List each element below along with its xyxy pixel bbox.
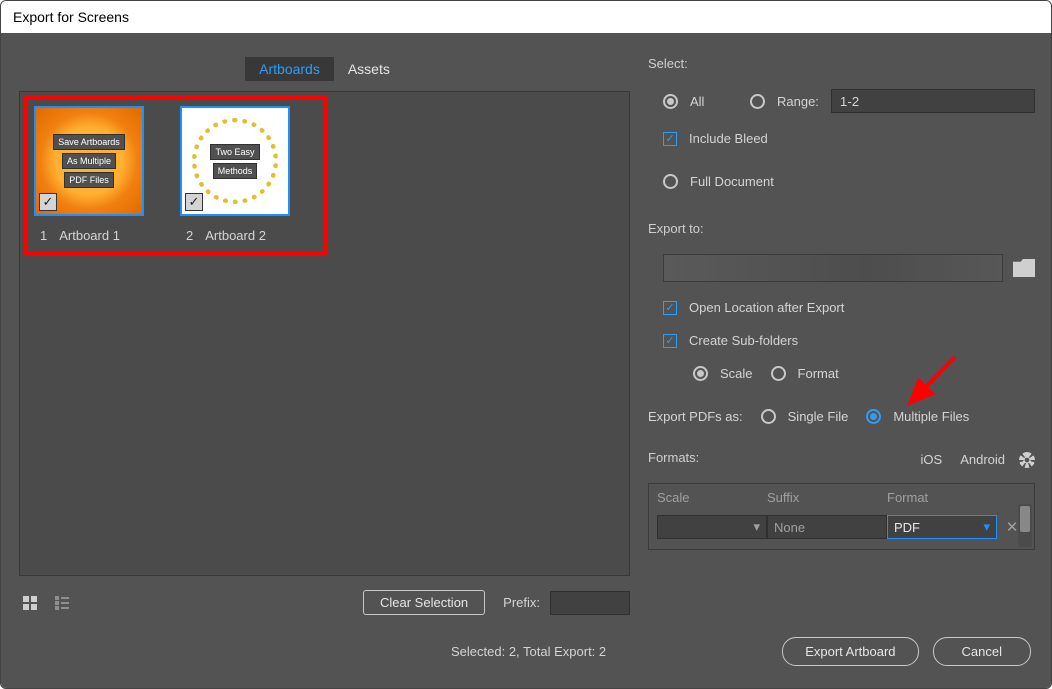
tab-artboards[interactable]: Artboards: [245, 57, 334, 81]
checkbox-include-bleed[interactable]: ✓: [663, 132, 677, 146]
formats-table: Scale Suffix Format ▾ None PDF▾ ✕: [648, 483, 1035, 550]
suffix-input[interactable]: None: [767, 515, 887, 539]
grid-view-button[interactable]: [19, 592, 41, 614]
artboard-name[interactable]: Artboard 2: [205, 228, 266, 243]
artboard-name[interactable]: Artboard 1: [59, 228, 120, 243]
thumb-text: Two Easy: [210, 144, 259, 160]
subfolder-format-label: Format: [798, 366, 839, 381]
radio-subfolder-format[interactable]: [771, 366, 786, 381]
thumb-text: Save Artboards: [53, 134, 125, 150]
open-location-label: Open Location after Export: [689, 300, 844, 315]
export-artboard-button[interactable]: Export Artboard: [782, 637, 918, 666]
dialog-title: Export for Screens: [1, 1, 1051, 33]
artboard-thumbnail[interactable]: Save Artboards As Multiple PDF Files ✓: [34, 106, 144, 216]
artboard-number: 1: [40, 228, 47, 243]
format-dropdown[interactable]: PDF▾: [887, 515, 997, 539]
preset-ios-button[interactable]: iOS: [921, 452, 943, 467]
range-input[interactable]: [831, 89, 1035, 113]
preset-android-button[interactable]: Android: [960, 452, 1005, 467]
clear-selection-button[interactable]: Clear Selection: [363, 590, 485, 615]
tabs: Artboards Assets: [1, 33, 648, 81]
artboard-item[interactable]: Save Artboards As Multiple PDF Files ✓ 1…: [34, 106, 144, 243]
grid-icon: [23, 596, 37, 610]
radio-range-label: Range:: [777, 94, 819, 109]
subfolder-scale-label: Scale: [720, 366, 753, 381]
col-suffix: Suffix: [767, 490, 887, 505]
export-path-input[interactable]: [663, 254, 1003, 282]
artboard-thumbnail[interactable]: Two Easy Methods ✓: [180, 106, 290, 216]
select-label: Select:: [648, 56, 1035, 71]
cancel-button[interactable]: Cancel: [933, 637, 1031, 666]
export-for-screens-dialog: Export for Screens Artboards Assets Save…: [0, 0, 1052, 689]
col-format: Format: [887, 490, 997, 505]
dialog-content: Artboards Assets Save Artboards As Multi…: [1, 33, 1051, 688]
radio-multiple-files[interactable]: [866, 409, 881, 424]
gear-icon[interactable]: [1019, 452, 1035, 468]
artboard-check-icon[interactable]: ✓: [185, 193, 203, 211]
annotation-arrow-icon: [900, 353, 960, 413]
full-document-label: Full Document: [690, 174, 774, 189]
radio-subfolder-scale[interactable]: [693, 366, 708, 381]
radio-full-document[interactable]: [663, 174, 678, 189]
checkbox-open-location[interactable]: ✓: [663, 301, 677, 315]
thumb-text: Methods: [213, 163, 258, 179]
prefix-input[interactable]: [550, 591, 630, 615]
thumb-text: As Multiple: [62, 153, 116, 169]
formats-label: Formats:: [648, 450, 699, 465]
artboard-number: 2: [186, 228, 193, 243]
radio-range[interactable]: [750, 94, 765, 109]
scale-dropdown[interactable]: ▾: [657, 515, 767, 539]
export-pdfs-as-label: Export PDFs as:: [648, 409, 743, 424]
artboard-preview-area: Save Artboards As Multiple PDF Files ✓ 1…: [19, 91, 630, 576]
multiple-files-label: Multiple Files: [893, 409, 969, 424]
create-subfolders-label: Create Sub-folders: [689, 333, 798, 348]
artboard-check-icon[interactable]: ✓: [39, 193, 57, 211]
col-scale: Scale: [657, 490, 767, 505]
radio-single-file[interactable]: [761, 409, 776, 424]
folder-icon[interactable]: [1013, 259, 1035, 277]
include-bleed-label: Include Bleed: [689, 131, 768, 146]
formats-scrollbar[interactable]: [1018, 504, 1032, 547]
prefix-label: Prefix:: [503, 595, 540, 610]
single-file-label: Single File: [788, 409, 849, 424]
artboard-item[interactable]: Two Easy Methods ✓ 2 Artboard 2: [180, 106, 290, 243]
checkbox-create-subfolders[interactable]: ✓: [663, 334, 677, 348]
list-icon: [55, 596, 69, 610]
selection-status: Selected: 2, Total Export: 2: [451, 644, 606, 659]
export-to-label: Export to:: [648, 221, 1035, 236]
radio-all[interactable]: [663, 94, 678, 109]
list-view-button[interactable]: [51, 592, 73, 614]
tab-assets[interactable]: Assets: [334, 57, 404, 81]
thumb-text: PDF Files: [64, 172, 114, 188]
radio-all-label: All: [690, 94, 738, 109]
